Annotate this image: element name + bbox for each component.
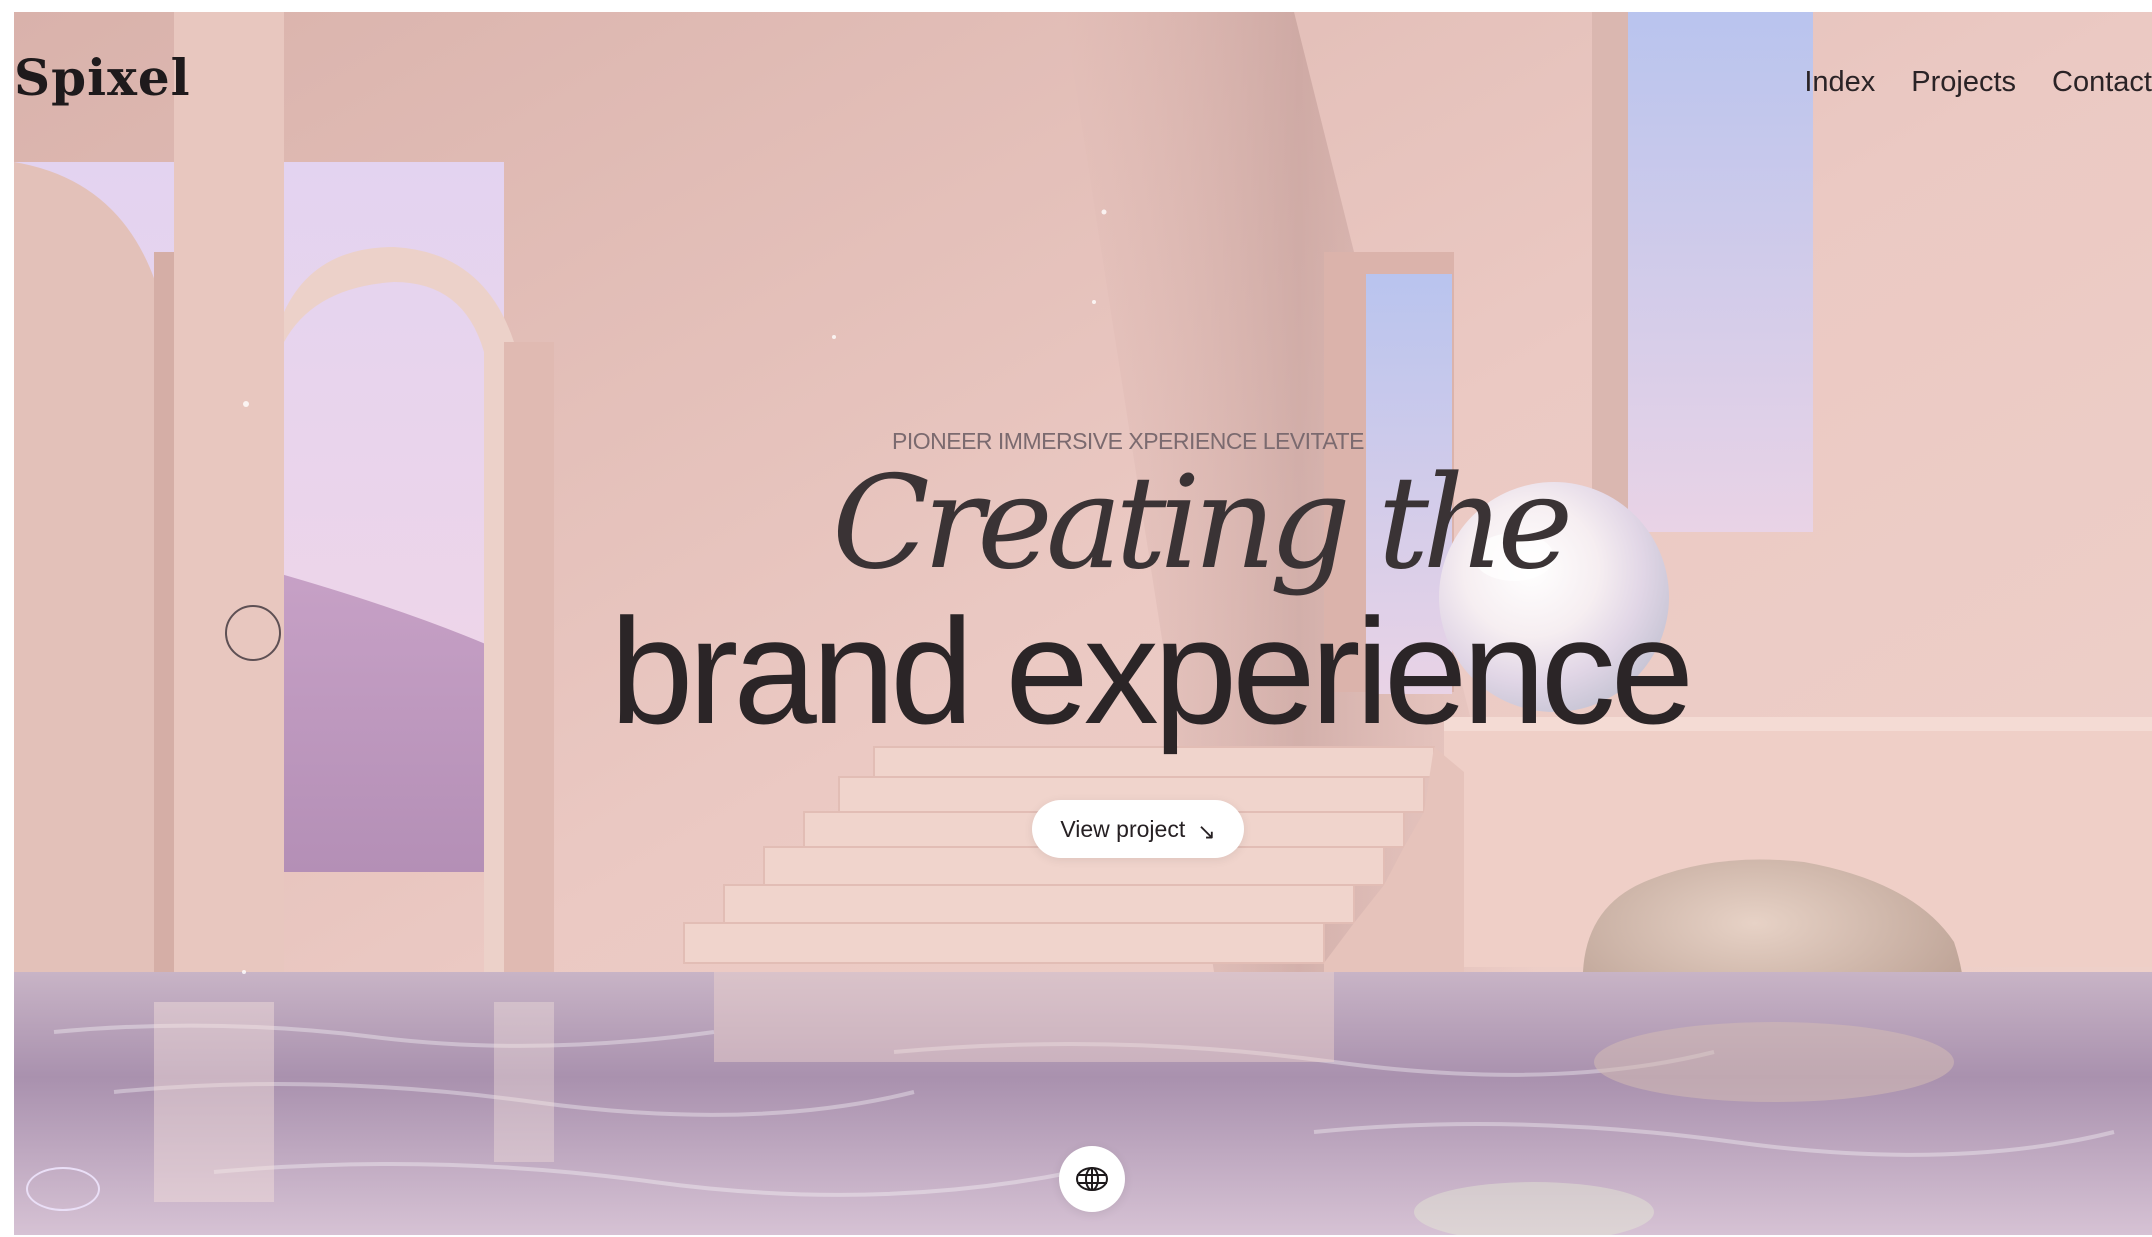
nav-link-index[interactable]: Index [1804, 66, 1875, 99]
hero-title-line-1: Creating the [832, 449, 1573, 598]
language-button[interactable] [1059, 1146, 1125, 1212]
sound-toggle-button[interactable] [26, 1167, 100, 1211]
globe-icon [1076, 1167, 1108, 1191]
arrow-down-right-icon: ↘ [1197, 819, 1216, 844]
view-project-label: View project [1060, 815, 1186, 842]
brand-logo[interactable]: Spixel [14, 48, 191, 107]
main-nav: Index Projects Contact [1804, 66, 2152, 99]
nav-link-projects[interactable]: Projects [1911, 66, 2016, 99]
hero-viewport: Spixel Index Projects Contact PIONEER IM… [14, 12, 2152, 1235]
hero-title-line-2: brand experience [610, 587, 1694, 755]
nav-link-contact[interactable]: Contact [2052, 66, 2152, 99]
custom-cursor [225, 605, 281, 661]
view-project-button[interactable]: View project ↘ [1032, 800, 1244, 858]
